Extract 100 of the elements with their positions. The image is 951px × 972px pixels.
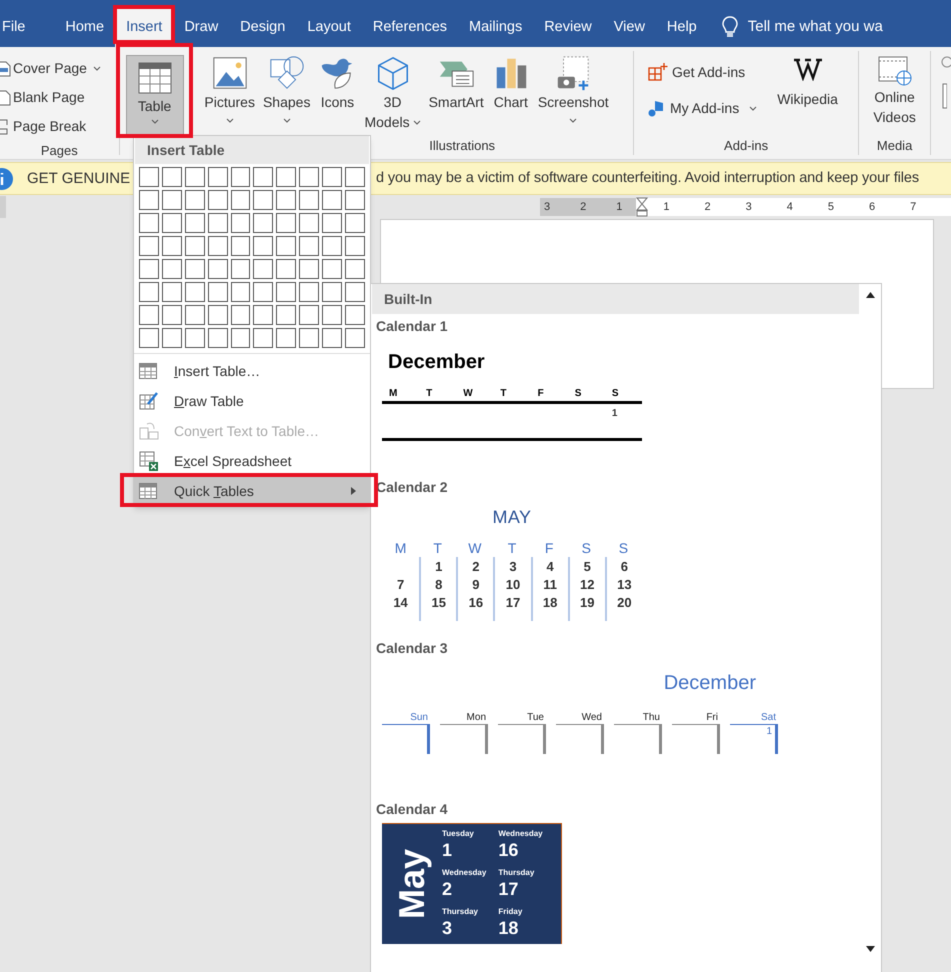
ribbon-button[interactable]: 3D Models (363, 51, 422, 136)
ribbon-tab[interactable]: Mailings (458, 8, 534, 47)
weekday-label: Sat (760, 712, 777, 724)
date-number: 11 (543, 577, 557, 592)
ruler-number: 2 (704, 200, 711, 215)
scroll-down-icon[interactable] (866, 946, 874, 952)
ruler-number: 6 (869, 200, 876, 215)
weekday-label: W (462, 387, 474, 401)
wikipedia-button[interactable]: Wikipedia (777, 51, 838, 136)
menu-header: Insert Table (135, 136, 369, 164)
ruler-number: 2 (580, 200, 586, 215)
table-icon (138, 62, 172, 94)
scroll-up-icon[interactable] (866, 292, 874, 298)
date-number: 3 (509, 559, 517, 574)
weekday-label: Fri (706, 712, 719, 724)
weekday-label: F (544, 539, 554, 557)
date-number: 9 (472, 577, 480, 592)
ruler-number: 1 (616, 200, 622, 215)
weekday-label: T (499, 387, 508, 401)
weekday-label: S (582, 539, 591, 557)
weekday-label: Sun (410, 712, 429, 724)
table-icon (139, 483, 157, 499)
get-add-ins-button[interactable]: Get Add-ins (648, 61, 758, 83)
date-number: 15 (431, 595, 446, 610)
lightbulb-icon (722, 16, 738, 38)
group-label: Media (876, 136, 912, 154)
date-number: 5 (584, 559, 591, 574)
online-videos-button[interactable]: Online Videos (859, 51, 930, 136)
date-number: 6 (620, 559, 628, 574)
ribbon-button[interactable]: Pictures (203, 51, 256, 136)
weekday-label: S (574, 387, 582, 401)
weekday-label: S (618, 539, 628, 557)
ribbon-tab[interactable]: Home (54, 8, 116, 47)
weekday-label: M (388, 387, 398, 401)
ribbon-tab[interactable]: Review (533, 8, 603, 47)
weekday-label: W (468, 539, 482, 557)
ribbon-button[interactable]: Screenshot (536, 51, 610, 136)
ribbon-button[interactable]: Page Break (0, 112, 119, 141)
video-globe-icon (876, 55, 913, 87)
month-title: December (388, 350, 486, 375)
date-number: 13 (617, 577, 632, 592)
ruler-number: 1 (663, 200, 670, 215)
date-number: 16 (468, 595, 484, 610)
ribbon-tab[interactable]: File (0, 8, 36, 47)
date-number: 2 (472, 559, 480, 574)
date-number: 10 (506, 577, 520, 592)
day-cell (556, 724, 604, 754)
ribbon-tab[interactable]: Layout (296, 8, 362, 47)
ribbon-button[interactable]: Shapes (262, 51, 312, 136)
ribbon-button[interactable]: Blank Page (0, 83, 119, 112)
date-number: 16 (498, 839, 520, 861)
wikipedia-w-icon (792, 57, 823, 81)
table-size-grid[interactable] (134, 164, 370, 354)
ribbon-button[interactable]: Cover Page (0, 54, 119, 83)
ruler-number: 3 (544, 200, 550, 215)
ruler-number: 5 (828, 200, 834, 215)
ribbon-button[interactable]: Chart (490, 51, 531, 136)
ruler-corner (0, 196, 6, 218)
group-label: Pages (40, 142, 78, 160)
ribbon-tab[interactable]: Draw (173, 8, 230, 47)
menu-item[interactable]: Excel Spreadsheet (134, 446, 370, 476)
add-grid-icon (648, 62, 668, 82)
notification-text: GET GENUINE (27, 170, 130, 186)
my-add-ins-button[interactable]: My Add-ins (648, 97, 758, 119)
month-title: December (664, 671, 756, 696)
caret-icon (150, 119, 159, 124)
day-cell (440, 724, 488, 754)
menu-item[interactable]: Draw Table (134, 386, 370, 416)
date-number: 8 (435, 577, 442, 592)
weekday-label: T (508, 539, 516, 557)
date-number: 7 (396, 577, 404, 592)
ribbon-button[interactable]: Icons (317, 51, 358, 136)
ribbon-tab[interactable]: Help (656, 8, 708, 47)
convert-icon (139, 421, 159, 441)
date-number: 19 (580, 595, 594, 610)
ruler-number: 3 (746, 200, 752, 215)
ribbon-tab[interactable]: References (362, 8, 458, 47)
date-number: 18 (542, 595, 558, 610)
menu-item[interactable]: Insert Table… (134, 356, 370, 386)
info-icon (0, 166, 14, 190)
weekday-label: Thu (642, 712, 661, 724)
date-number: 20 (617, 595, 632, 610)
ribbon-tab[interactable]: View (602, 8, 656, 47)
gallery-item-title: Calendar 2 (375, 478, 449, 497)
month-title: May (393, 848, 431, 920)
ruler-number: 4 (786, 200, 793, 215)
ribbon-button[interactable]: SmartArt (428, 51, 485, 136)
day-cell (382, 724, 430, 754)
day-cell (672, 724, 720, 754)
table-pencil-icon (139, 391, 159, 411)
weekday-label: Friday (498, 907, 524, 917)
date-number: 4 (546, 559, 554, 574)
date-number: 2 (442, 878, 454, 900)
date-number: 17 (498, 878, 520, 900)
weekday-label: Wednesday (498, 829, 543, 839)
date-number: 14 (393, 595, 408, 610)
tell-me-search[interactable]: Tell me what you wa (748, 16, 883, 38)
weekday-label: Tuesday (442, 829, 475, 839)
ribbon-tab[interactable]: Design (229, 8, 296, 47)
table-button[interactable]: Table (126, 55, 184, 135)
